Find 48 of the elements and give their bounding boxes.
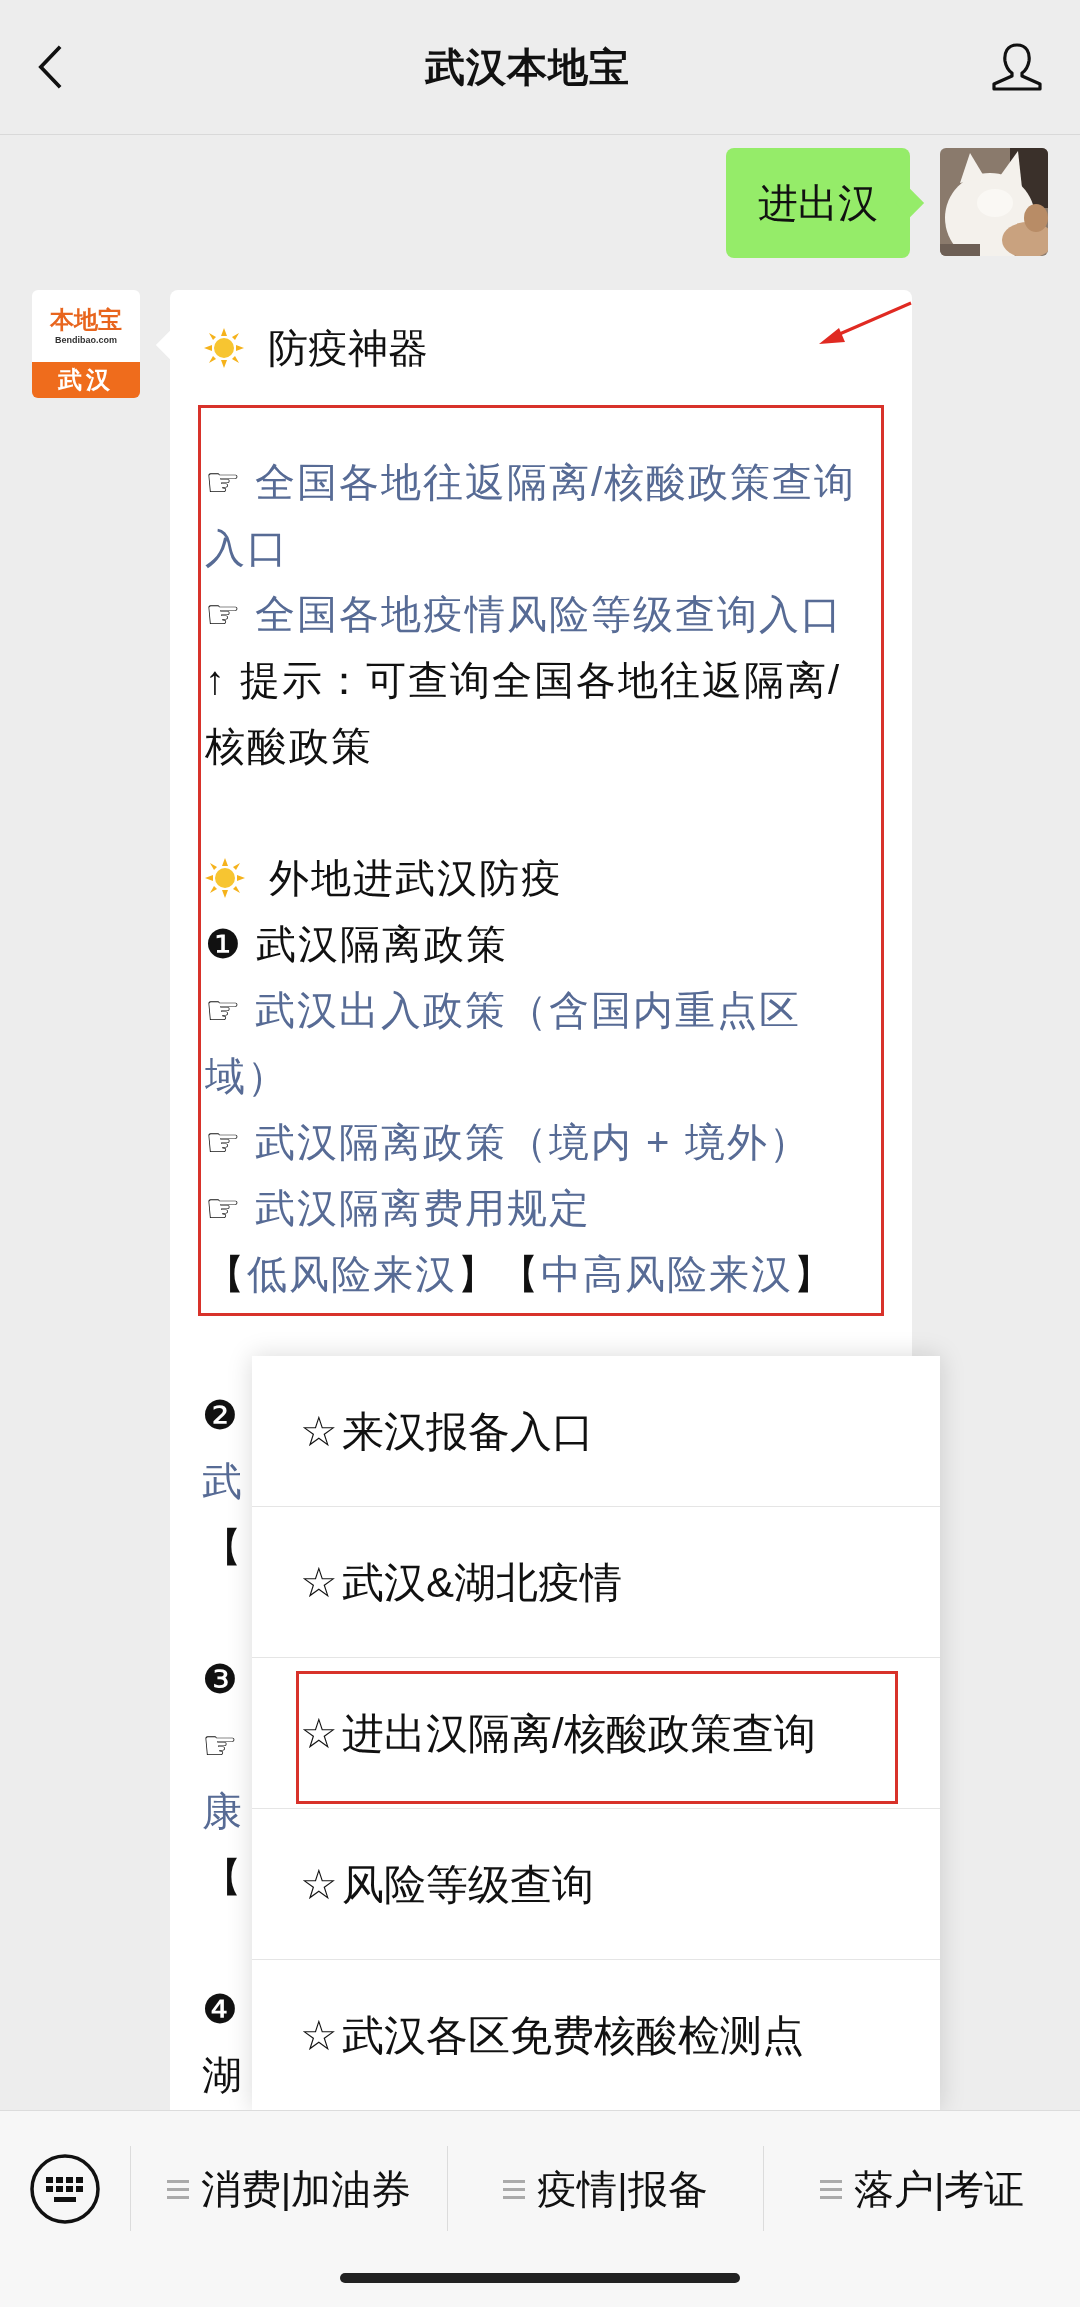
bottom-menu-tab[interactable]: 疫情|报备 <box>447 2111 764 2266</box>
menu-item[interactable]: ☆风险等级查询 <box>252 1808 940 1959</box>
body-text: 【 <box>202 1855 244 1899</box>
body-text: ↑ 提示：可查询全国各地往返隔离/核酸政策 <box>205 658 842 768</box>
person-icon[interactable] <box>990 42 1044 92</box>
link-line[interactable]: ☞ 武汉出入政策（含国内重点区域） <box>201 977 881 1109</box>
link-line[interactable]: ☞ 全国各地往返隔离/核酸政策查询入口 <box>201 449 881 581</box>
menu-item[interactable]: ☆来汉报备入口 <box>252 1356 940 1506</box>
logo-text: 本地宝 <box>50 306 122 334</box>
menu-lines-icon <box>166 2178 189 2199</box>
body-text: 湖 <box>202 2053 244 2097</box>
body-text: ❸ <box>202 1657 240 1701</box>
star-icon: ☆ <box>300 1550 338 1614</box>
sun-icon <box>204 328 244 368</box>
sun-icon <box>205 858 245 898</box>
sent-message-bubble: 进出汉 <box>726 148 910 258</box>
menu-lines-icon <box>820 2178 842 2199</box>
body-text: ❶ 武汉隔离政策 <box>205 922 509 966</box>
bottom-menu-tab[interactable]: 落户|考证 <box>764 2111 1080 2266</box>
link[interactable]: 低风险来汉 <box>247 1252 457 1296</box>
link[interactable]: 康 <box>202 1789 244 1833</box>
menu-item[interactable]: ☆武汉&湖北疫情 <box>252 1506 940 1657</box>
message-heading: 防疫神器 <box>268 325 428 372</box>
star-icon: ☆ <box>300 1852 338 1916</box>
bottom-menu-tab[interactable]: 消费|加油券 <box>131 2111 447 2266</box>
link[interactable]: 武 <box>202 1459 244 1503</box>
bracket-text: 】 <box>793 1252 835 1296</box>
star-icon: ☆ <box>300 2003 338 2067</box>
menu-item[interactable]: ☆进出汉隔离/核酸政策查询 <box>252 1657 940 1808</box>
body-text: ❷ <box>202 1393 240 1437</box>
keyboard-icon <box>29 2152 101 2225</box>
bracket-text: 【 <box>205 1252 247 1296</box>
body-text: 【 <box>202 1525 244 1569</box>
body-text: ☞ <box>202 1723 240 1767</box>
logo-city: 武汉 <box>58 365 114 395</box>
bracket-text: 】【 <box>457 1252 541 1296</box>
star-icon: ☆ <box>300 1399 338 1463</box>
link-line[interactable]: ☞ 武汉隔离费用规定 <box>201 1175 881 1241</box>
logo-url: Bendibao.com <box>55 334 117 346</box>
window-title: 武汉本地宝 <box>424 44 630 91</box>
body-text: ❹ <box>202 1987 240 2031</box>
link-line[interactable]: ☞ 全国各地疫情风险等级查询入口 <box>201 581 881 647</box>
menu-lines-icon <box>503 2178 526 2199</box>
section-heading: 外地进武汉防疫 <box>269 855 563 902</box>
link-line[interactable]: ☞ 武汉隔离政策（境内 + 境外） <box>201 1109 881 1175</box>
back-icon[interactable] <box>36 44 64 90</box>
link[interactable]: 中高风险来汉 <box>541 1252 793 1296</box>
star-icon: ☆ <box>300 1701 338 1765</box>
